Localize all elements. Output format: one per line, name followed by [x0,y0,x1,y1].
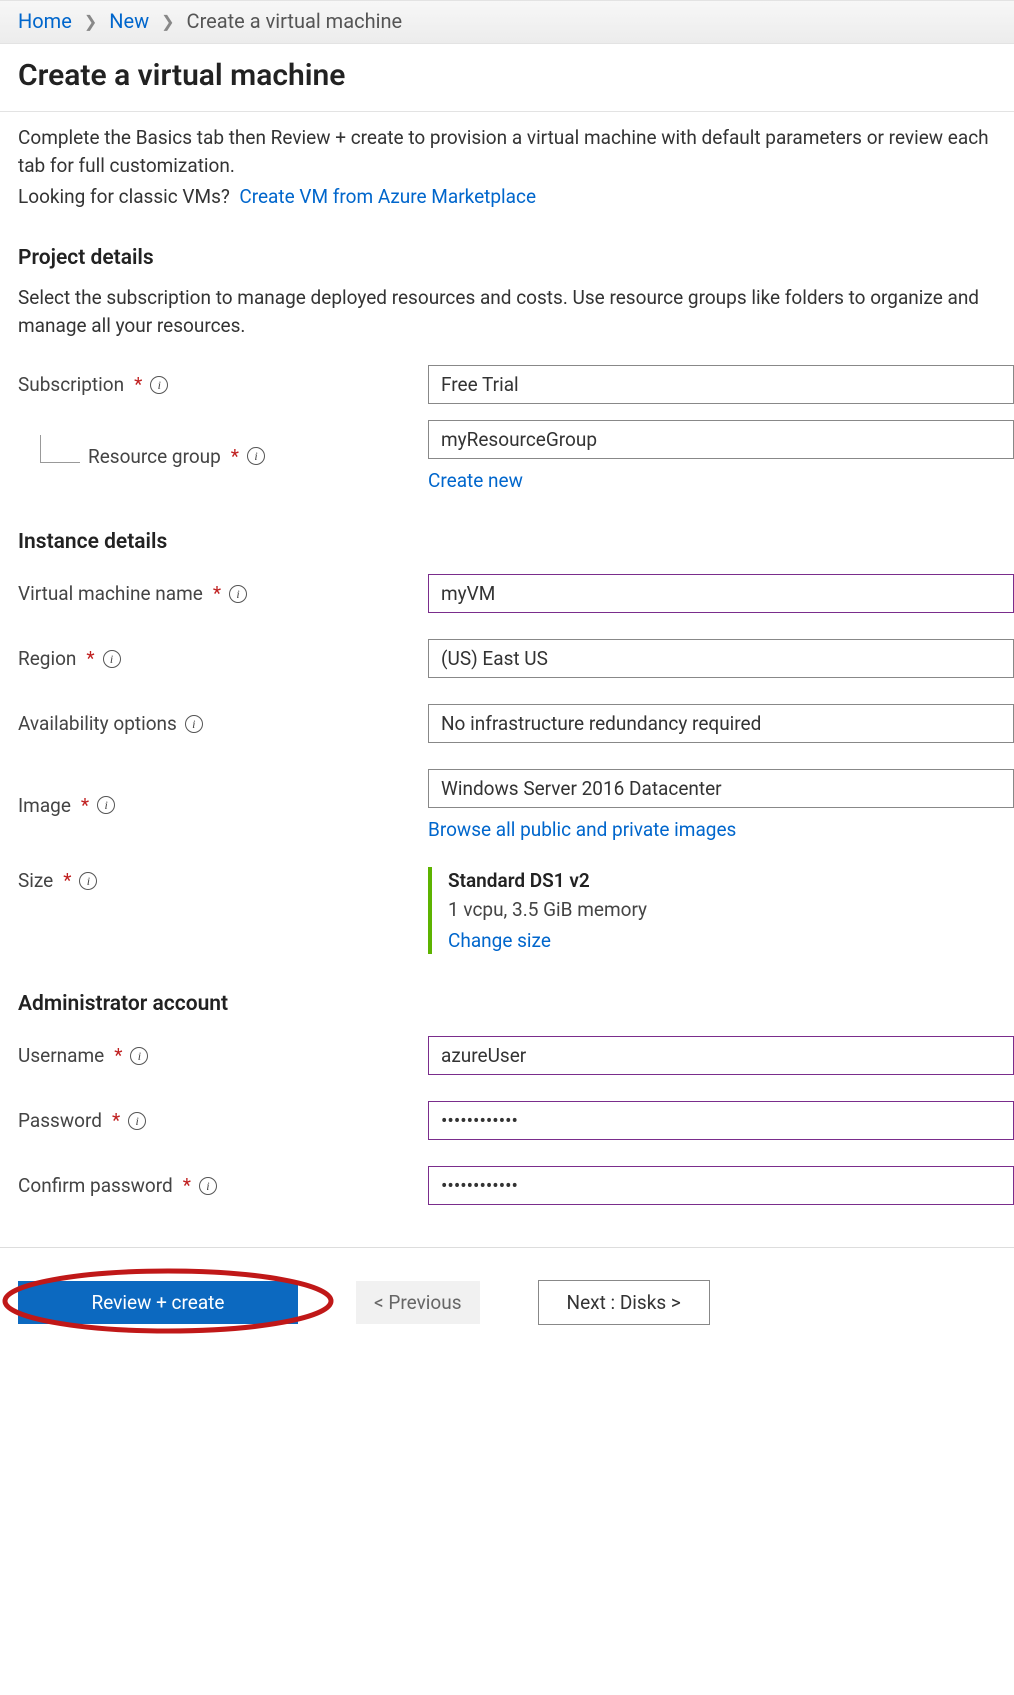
availability-select[interactable]: No infrastructure redundancy required [428,704,1014,743]
info-icon[interactable] [247,447,265,465]
info-icon[interactable] [199,1177,217,1195]
breadcrumb: Home ❯ New ❯ Create a virtual machine [0,0,1014,44]
instance-details-heading: Instance details [18,530,1014,554]
image-label: Image * [18,794,428,817]
project-details-heading: Project details [18,246,1014,270]
breadcrumb-current: Create a virtual machine [187,9,403,33]
required-asterisk: * [183,1174,191,1197]
vm-name-label: Virtual machine name * [18,582,428,605]
required-asterisk: * [112,1109,120,1132]
next-disks-button[interactable]: Next : Disks > [538,1280,710,1325]
image-select[interactable]: Windows Server 2016 Datacenter [428,769,1014,808]
page-header: Create a virtual machine [0,44,1014,112]
info-icon[interactable] [128,1112,146,1130]
size-summary: Standard DS1 v2 1 vcpu, 3.5 GiB memory C… [428,867,1014,954]
info-icon[interactable] [103,650,121,668]
confirm-password-label: Confirm password * [18,1174,428,1197]
password-label: Password * [18,1109,428,1132]
info-icon[interactable] [150,376,168,394]
size-label: Size * [18,867,428,892]
required-asterisk: * [231,445,239,468]
username-label: Username * [18,1044,428,1067]
info-icon[interactable] [130,1047,148,1065]
required-asterisk: * [134,373,142,396]
subscription-select[interactable]: Free Trial [428,365,1014,404]
browse-images-link[interactable]: Browse all public and private images [428,818,736,841]
breadcrumb-home[interactable]: Home [18,9,72,33]
resource-group-label: Resource group * [18,445,428,468]
chevron-right-icon: ❯ [84,12,97,31]
region-select[interactable]: (US) East US [428,639,1014,678]
intro-text: Complete the Basics tab then Review + cr… [18,124,1014,179]
admin-account-heading: Administrator account [18,992,1014,1016]
info-icon[interactable] [229,585,247,603]
info-icon[interactable] [79,872,97,890]
username-input[interactable] [428,1036,1014,1075]
review-create-button[interactable]: Review + create [18,1281,298,1324]
project-details-desc: Select the subscription to manage deploy… [18,284,1014,339]
required-asterisk: * [114,1044,122,1067]
breadcrumb-new[interactable]: New [109,9,149,33]
required-asterisk: * [81,794,89,817]
chevron-right-icon: ❯ [161,12,174,31]
confirm-password-input[interactable] [428,1166,1014,1205]
info-icon[interactable] [97,796,115,814]
change-size-link[interactable]: Change size [448,929,1014,952]
availability-label: Availability options [18,712,428,735]
required-asterisk: * [213,582,221,605]
wizard-footer: Review + create < Previous Next : Disks … [0,1247,1014,1365]
password-input[interactable] [428,1101,1014,1140]
previous-button[interactable]: < Previous [356,1281,480,1324]
info-icon[interactable] [185,715,203,733]
classic-vm-prompt: Looking for classic VMs? Create VM from … [18,185,1014,208]
subscription-label: Subscription * [18,373,428,396]
region-label: Region * [18,647,428,670]
classic-vm-prompt-text: Looking for classic VMs? [18,185,230,208]
page-title: Create a virtual machine [18,58,996,93]
resource-group-select[interactable]: myResourceGroup [428,420,1014,459]
create-vm-marketplace-link[interactable]: Create VM from Azure Marketplace [239,185,536,208]
required-asterisk: * [86,647,94,670]
size-detail: 1 vcpu, 3.5 GiB memory [448,898,1014,921]
vm-name-input[interactable] [428,574,1014,613]
size-name: Standard DS1 v2 [448,869,1014,892]
create-new-resource-group-link[interactable]: Create new [428,469,523,492]
required-asterisk: * [63,869,71,892]
tree-elbow-icon [40,435,80,463]
